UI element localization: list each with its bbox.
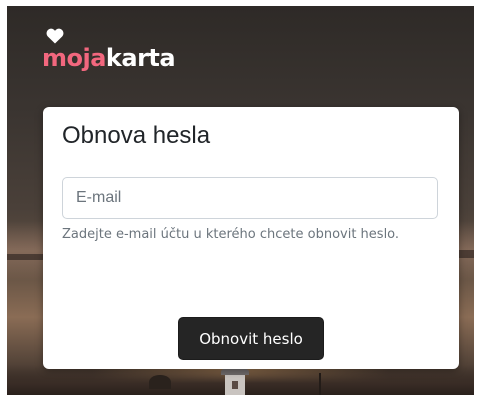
email-field[interactable] bbox=[62, 177, 438, 219]
reset-password-button[interactable]: Obnovit heslo bbox=[178, 317, 324, 360]
shoreline-left bbox=[7, 254, 47, 260]
page-title: Obnova hesla bbox=[62, 122, 211, 149]
chapel-tower bbox=[215, 369, 255, 395]
bush bbox=[149, 375, 171, 389]
heart-icon bbox=[46, 28, 64, 44]
brand-wordmark: mojakarta bbox=[42, 44, 176, 72]
password-reset-card: Obnova hesla Zadejte e-mail účtu u které… bbox=[43, 107, 459, 369]
brand-logo[interactable]: mojakarta bbox=[42, 27, 192, 75]
lamp-post bbox=[319, 373, 321, 395]
brand-wordmark-part2: karta bbox=[105, 44, 176, 72]
brand-wordmark-part1: moja bbox=[42, 44, 106, 72]
email-help-text: Zadejte e-mail účtu u kterého chcete obn… bbox=[62, 227, 400, 242]
